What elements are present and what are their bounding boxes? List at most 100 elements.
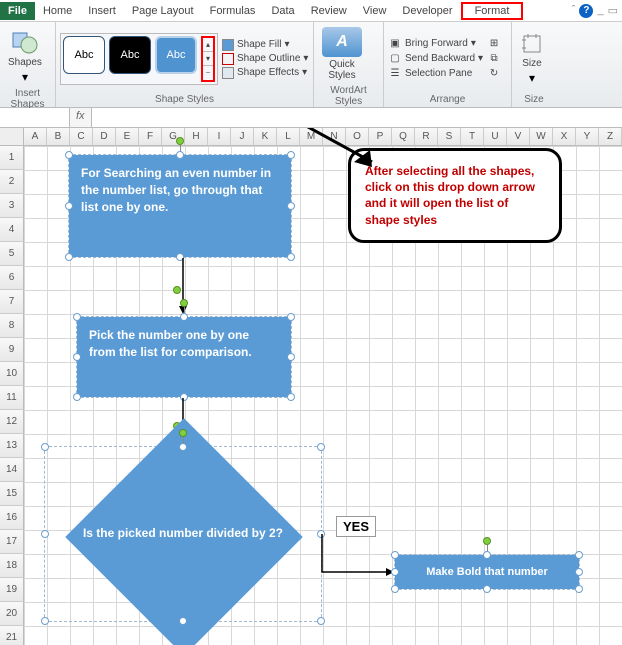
col-header[interactable]: F (139, 128, 162, 145)
col-header[interactable]: Y (576, 128, 599, 145)
rotate-handle[interactable] (173, 286, 181, 294)
resize-handle[interactable] (391, 568, 399, 576)
row-header[interactable]: 19 (0, 578, 24, 602)
col-header[interactable]: T (461, 128, 484, 145)
col-header[interactable]: I (208, 128, 231, 145)
row-header[interactable]: 4 (0, 218, 24, 242)
name-box[interactable] (0, 108, 70, 127)
resize-handle[interactable] (73, 393, 81, 401)
row-header[interactable]: 15 (0, 482, 24, 506)
group-button[interactable]: ⧉ (487, 52, 501, 66)
shapes-button[interactable]: Shapes▾ (4, 25, 46, 86)
col-header[interactable]: Z (599, 128, 622, 145)
tab-developer[interactable]: Developer (394, 2, 460, 20)
col-header[interactable]: B (47, 128, 70, 145)
formula-input[interactable] (92, 108, 622, 127)
resize-handle[interactable] (287, 353, 295, 361)
resize-handle[interactable] (317, 617, 325, 625)
rotate-handle[interactable] (180, 299, 188, 307)
resize-handle[interactable] (65, 151, 73, 159)
resize-handle[interactable] (179, 443, 187, 451)
row-header[interactable]: 17 (0, 530, 24, 554)
callout-annotation[interactable]: After selecting all the shapes, click on… (348, 148, 562, 243)
resize-handle[interactable] (483, 551, 491, 559)
row-header[interactable]: 18 (0, 554, 24, 578)
size-button[interactable]: Size▾ (516, 30, 548, 87)
tab-insert[interactable]: Insert (80, 2, 124, 20)
col-header[interactable]: W (530, 128, 553, 145)
resize-handle[interactable] (575, 585, 583, 593)
flowchart-process-2[interactable]: Pick the number one by one from the list… (76, 316, 292, 398)
row-header[interactable]: 5 (0, 242, 24, 266)
window-min-icon[interactable]: _ (597, 4, 603, 18)
row-header[interactable]: 12 (0, 410, 24, 434)
style-preset-2[interactable]: Abc (109, 36, 151, 74)
col-header[interactable]: C (70, 128, 93, 145)
resize-handle[interactable] (287, 313, 295, 321)
send-backward-button[interactable]: ▢Send Backward ▾ (388, 52, 483, 66)
style-preset-1[interactable]: Abc (63, 36, 105, 74)
resize-handle[interactable] (575, 568, 583, 576)
col-header[interactable]: D (93, 128, 116, 145)
rotate-button[interactable]: ↻ (487, 67, 501, 81)
resize-handle[interactable] (483, 585, 491, 593)
shape-style-gallery[interactable]: Abc Abc Abc ▴ ▾ ⎯ (60, 33, 218, 85)
resize-handle[interactable] (287, 393, 295, 401)
quick-styles-button[interactable]: A Quick Styles (318, 25, 366, 83)
style-gallery-dropdown[interactable]: ▴ ▾ ⎯ (201, 36, 215, 82)
tab-view[interactable]: View (355, 2, 395, 20)
resize-handle[interactable] (391, 585, 399, 593)
tab-formulas[interactable]: Formulas (202, 2, 264, 20)
shape-fill-button[interactable]: Shape Fill ▾ (222, 39, 308, 51)
resize-handle[interactable] (41, 443, 49, 451)
resize-handle[interactable] (317, 443, 325, 451)
row-header[interactable]: 16 (0, 506, 24, 530)
resize-handle[interactable] (41, 530, 49, 538)
row-header[interactable]: 6 (0, 266, 24, 290)
row-header[interactable]: 7 (0, 290, 24, 314)
gallery-down-icon[interactable]: ▾ (203, 52, 213, 66)
bring-forward-button[interactable]: ▣Bring Forward ▾ (388, 37, 483, 51)
shape-effects-button[interactable]: Shape Effects ▾ (222, 67, 308, 79)
rotate-handle[interactable] (483, 537, 491, 545)
tab-format[interactable]: Format (461, 2, 524, 20)
resize-handle[interactable] (73, 353, 81, 361)
selection-pane-button[interactable]: ☰Selection Pane (388, 67, 483, 81)
tab-home[interactable]: Home (35, 2, 80, 20)
resize-handle[interactable] (180, 313, 188, 321)
col-header[interactable]: X (553, 128, 576, 145)
col-header[interactable]: J (231, 128, 254, 145)
flowchart-decision[interactable]: Is the picked number divided by 2? (44, 446, 322, 622)
tab-review[interactable]: Review (303, 2, 355, 20)
resize-handle[interactable] (179, 617, 187, 625)
resize-handle[interactable] (575, 551, 583, 559)
flowchart-process-action[interactable]: Make Bold that number (394, 554, 580, 590)
col-header[interactable]: V (507, 128, 530, 145)
row-header[interactable]: 9 (0, 338, 24, 362)
tab-pagelayout[interactable]: Page Layout (124, 2, 202, 20)
resize-handle[interactable] (73, 313, 81, 321)
window-restore-icon[interactable]: ▭ (608, 4, 618, 18)
col-header[interactable]: R (415, 128, 438, 145)
tab-file[interactable]: File (0, 2, 35, 20)
row-header[interactable]: 10 (0, 362, 24, 386)
col-header[interactable]: U (484, 128, 507, 145)
minimize-ribbon-icon[interactable]: ˆ (572, 4, 576, 18)
row-header[interactable]: 8 (0, 314, 24, 338)
row-header[interactable]: 20 (0, 602, 24, 626)
row-header[interactable]: 11 (0, 386, 24, 410)
style-preset-3[interactable]: Abc (155, 36, 197, 74)
row-header[interactable]: 14 (0, 458, 24, 482)
resize-handle[interactable] (176, 151, 184, 159)
col-header[interactable]: E (116, 128, 139, 145)
connector-arrow-yes[interactable] (322, 534, 396, 580)
row-header[interactable]: 1 (0, 146, 24, 170)
row-header[interactable]: 21 (0, 626, 24, 645)
help-icon[interactable]: ? (579, 4, 593, 18)
shape-outline-button[interactable]: Shape Outline ▾ (222, 53, 308, 65)
row-header[interactable]: 13 (0, 434, 24, 458)
select-all-corner[interactable] (0, 128, 24, 145)
resize-handle[interactable] (65, 253, 73, 261)
tab-data[interactable]: Data (263, 2, 302, 20)
gallery-up-icon[interactable]: ▴ (203, 38, 213, 52)
